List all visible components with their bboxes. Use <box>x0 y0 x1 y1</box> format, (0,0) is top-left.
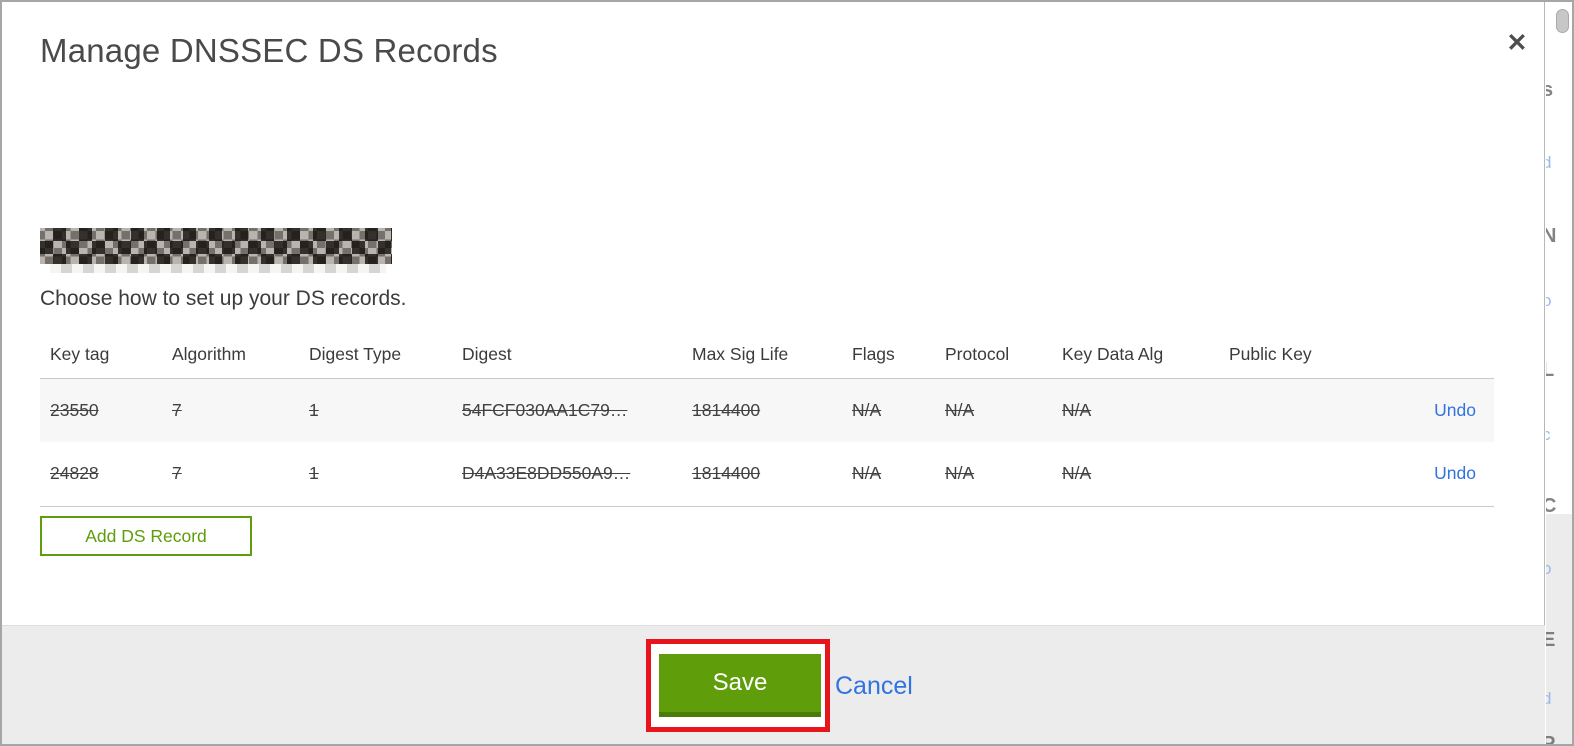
cancel-link[interactable]: Cancel <box>835 672 913 701</box>
cell-digest-type: 1 <box>309 442 462 507</box>
background-link-fragment: d <box>1546 154 1551 171</box>
cell-digest: 54FCF030AA1C79… <box>462 399 628 420</box>
col-header-digest-type: Digest Type <box>309 332 462 379</box>
background-link-fragment: d <box>1546 690 1551 707</box>
cell-max-sig-life: 1814400 <box>692 399 761 420</box>
cell-protocol: N/A <box>945 442 1062 507</box>
cell-key-tag: 24828 <box>40 442 172 507</box>
table-row: 23550 7 1 54FCF030AA1C79… 1814400 N/A N/… <box>40 378 1494 442</box>
background-link-fragment: o <box>1546 292 1551 309</box>
cell-flags: N/A <box>852 442 945 507</box>
dnssec-modal-screen: Manage DNSSEC DS Records ✕ Choose how to… <box>0 0 1574 746</box>
col-header-protocol: Protocol <box>945 332 1062 379</box>
save-button[interactable]: Save <box>659 654 821 717</box>
ds-records-table: Key tag Algorithm Digest Type Digest Max… <box>40 332 1494 507</box>
col-header-key-tag: Key tag <box>40 332 172 379</box>
cell-public-key <box>1229 378 1354 442</box>
col-header-actions <box>1354 332 1494 379</box>
close-icon[interactable]: ✕ <box>1499 25 1535 61</box>
cell-key-data-alg: N/A <box>1062 442 1229 507</box>
cell-key-data-alg: N/A <box>1062 399 1092 420</box>
add-ds-record-button[interactable]: Add DS Record <box>40 516 252 556</box>
cell-algorithm: 7 <box>172 399 182 420</box>
background-text-fragment: s <box>1546 80 1553 100</box>
background-page-strip: s d N o L c C o E d P <box>1546 2 1572 744</box>
cell-public-key <box>1229 442 1354 507</box>
background-text-fragment: C <box>1546 496 1556 516</box>
cell-protocol: N/A <box>945 399 975 420</box>
cell-algorithm: 7 <box>172 442 309 507</box>
cell-flags: N/A <box>852 399 882 420</box>
col-header-flags: Flags <box>852 332 945 379</box>
cell-digest-type: 1 <box>309 399 319 420</box>
background-text-fragment: P <box>1546 734 1555 744</box>
col-header-public-key: Public Key <box>1229 332 1354 379</box>
cell-max-sig-life: 1814400 <box>692 442 852 507</box>
instruction-text: Choose how to set up your DS records. <box>40 287 407 310</box>
scrollbar-thumb[interactable] <box>1556 9 1569 33</box>
background-text-fragment: N <box>1546 226 1556 246</box>
undo-link[interactable]: Undo <box>1434 400 1476 420</box>
page-title: Manage DNSSEC DS Records <box>40 32 498 69</box>
col-header-digest: Digest <box>462 332 692 379</box>
col-header-algorithm: Algorithm <box>172 332 309 379</box>
col-header-key-data-alg: Key Data Alg <box>1062 332 1229 379</box>
undo-link[interactable]: Undo <box>1434 463 1476 483</box>
table-header-row: Key tag Algorithm Digest Type Digest Max… <box>40 332 1494 379</box>
cell-key-tag: 23550 <box>50 399 99 420</box>
background-text-fragment: L <box>1546 360 1554 380</box>
background-text-fragment: E <box>1546 630 1555 650</box>
table-row: 24828 7 1 D4A33E8DD550A9… 1814400 N/A N/… <box>40 442 1494 507</box>
background-link-fragment: o <box>1546 560 1551 577</box>
background-link-fragment: c <box>1546 426 1551 443</box>
cell-digest: D4A33E8DD550A9… <box>462 442 692 507</box>
domain-name-redacted <box>40 228 392 273</box>
col-header-max-sig-life: Max Sig Life <box>692 332 852 379</box>
